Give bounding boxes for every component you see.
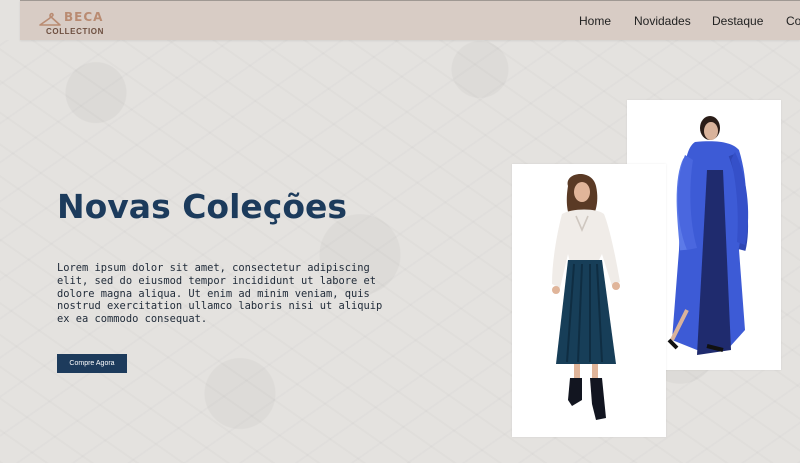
model-skirt-illustration [552,173,620,420]
page-margin [0,0,20,40]
hero-description: Lorem ipsum dolor sit amet, consectetur … [57,262,383,326]
shop-now-button[interactable]: Compre Agora [57,354,127,373]
nav-item-novidades[interactable]: Novidades [634,14,691,28]
hero-title: Novas Coleções [57,187,348,226]
nav-item-destaque[interactable]: Destaque [712,14,763,28]
main-nav: Home Novidades Destaque Co [20,14,800,30]
nav-item-contato[interactable]: Co [786,14,800,28]
nav-item-home[interactable]: Home [579,14,611,28]
product-image-pleated-skirt[interactable] [512,164,666,437]
site-header: BECA COLLECTION Home Novidades Destaque … [20,0,800,40]
